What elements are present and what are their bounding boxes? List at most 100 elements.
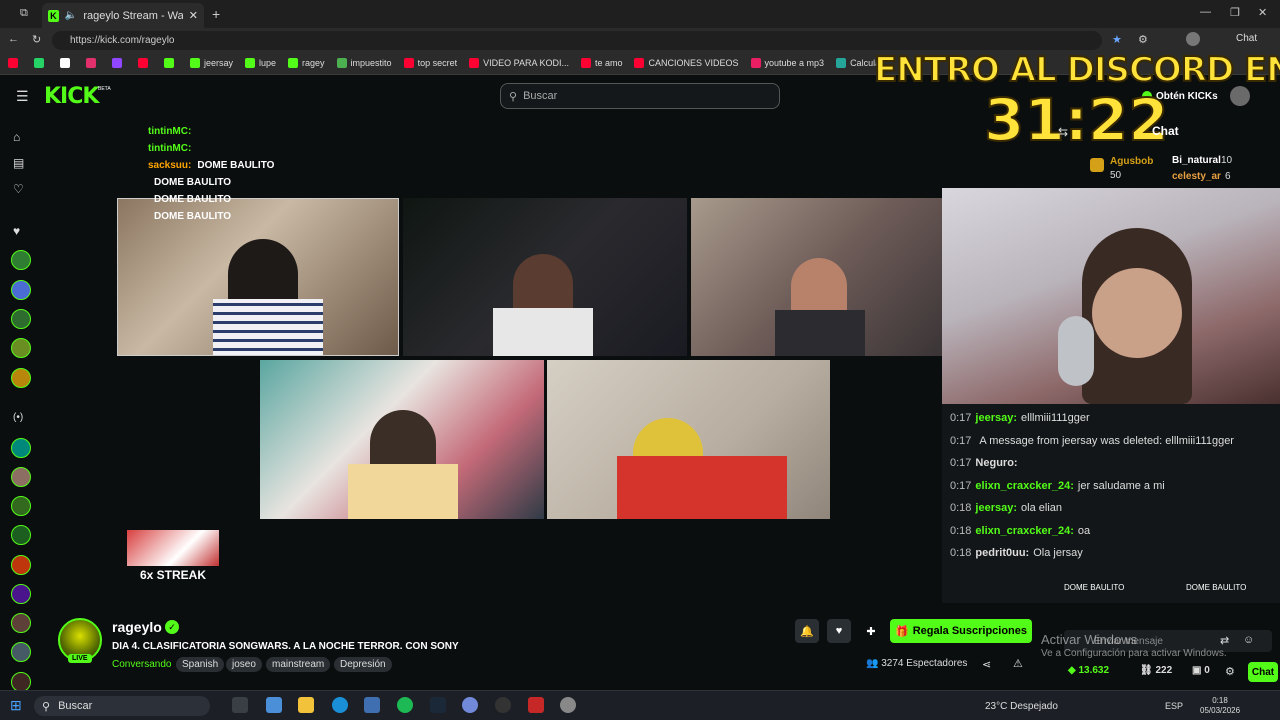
sidebar-channel-avatar[interactable] bbox=[11, 338, 31, 358]
share-icon[interactable]: ⋖ bbox=[982, 658, 991, 671]
bookmark-item[interactable]: VIDEO PARA KODI... bbox=[469, 58, 569, 68]
menu-icon[interactable]: ☰ bbox=[16, 88, 29, 105]
bookmark-item[interactable]: youtube a mp3 bbox=[750, 58, 824, 68]
sidebar-channel-avatar[interactable] bbox=[11, 525, 31, 545]
sidebar-channel-avatar[interactable] bbox=[11, 438, 31, 458]
chat-username[interactable]: jeersay: bbox=[975, 412, 1017, 424]
sidebar-channel-avatar[interactable] bbox=[11, 584, 31, 604]
video-player[interactable]: 6x STREAK bbox=[42, 116, 942, 603]
minimize-icon[interactable]: — bbox=[1200, 6, 1211, 18]
chat-username[interactable]: elixn_craxcker_24: bbox=[975, 480, 1073, 492]
report-icon[interactable]: ⚠ bbox=[1013, 657, 1023, 670]
chat-username[interactable]: elixn_craxcker_24: bbox=[975, 525, 1073, 537]
copilot-chat-label[interactable]: Chat bbox=[1236, 33, 1257, 44]
translate-icon[interactable]: ⇄ bbox=[1220, 634, 1229, 647]
browse-icon[interactable]: ▤ bbox=[13, 156, 24, 170]
kick-logo[interactable]: KICK bbox=[44, 84, 99, 109]
reload-icon[interactable]: ↻ bbox=[32, 33, 41, 46]
new-tab-icon[interactable]: + bbox=[212, 6, 220, 22]
sidebar-channel-avatar[interactable] bbox=[11, 280, 31, 300]
favorite-star-icon[interactable]: ★ bbox=[1112, 33, 1122, 46]
sidebar-channel-avatar[interactable] bbox=[11, 309, 31, 329]
bookmark-icon bbox=[336, 58, 347, 68]
tag-spanish[interactable]: Spanish bbox=[176, 657, 225, 672]
following-heart-icon[interactable]: ♡ bbox=[13, 182, 24, 196]
sidebar-channel-avatar[interactable] bbox=[11, 555, 31, 575]
app-icon[interactable] bbox=[364, 697, 380, 713]
sidebar-channel-avatar[interactable] bbox=[11, 642, 31, 662]
edge-taskbar-icon[interactable] bbox=[266, 697, 282, 713]
overlay-countdown: 31:22 bbox=[983, 85, 1170, 155]
app-grey-icon[interactable] bbox=[560, 697, 576, 713]
edge-icon[interactable] bbox=[332, 697, 348, 713]
bookmark-icon bbox=[634, 58, 645, 68]
bookmark-item[interactable] bbox=[34, 58, 48, 68]
url-input[interactable]: https://kick.com/rageylo bbox=[52, 31, 1102, 50]
discord-icon[interactable] bbox=[462, 697, 478, 713]
bookmark-item[interactable] bbox=[86, 58, 100, 68]
system-clock[interactable]: 0:18 05/03/2026 bbox=[1200, 696, 1240, 716]
chat-message: 0:18 jeersay: ola elian bbox=[950, 502, 1062, 514]
search-input[interactable]: ⚲ Buscar bbox=[500, 83, 780, 109]
bookmark-item[interactable]: impuestito bbox=[336, 58, 392, 68]
notification-bell-button[interactable]: 🔔 bbox=[795, 619, 819, 643]
bookmark-item[interactable] bbox=[164, 58, 178, 68]
send-chat-button[interactable]: Chat bbox=[1248, 662, 1278, 682]
bookmark-item[interactable] bbox=[112, 58, 126, 68]
sidebar-channel-avatar[interactable] bbox=[11, 613, 31, 633]
stream-chat-message: DOME BAULITO bbox=[197, 160, 275, 171]
stream-chat-user: tintinMC: bbox=[148, 143, 192, 154]
tag-joseo[interactable]: joseo bbox=[226, 657, 262, 672]
stream-category[interactable]: Conversando bbox=[112, 659, 171, 670]
file-explorer-icon[interactable] bbox=[298, 697, 314, 713]
spotify-icon[interactable] bbox=[397, 697, 413, 713]
mute-icon[interactable]: 🔈 bbox=[65, 10, 77, 21]
steam-icon[interactable] bbox=[430, 697, 446, 713]
back-icon[interactable]: ← bbox=[8, 33, 19, 45]
viewers-icon: 👥 bbox=[866, 658, 879, 669]
chat-username[interactable]: pedrit0uu: bbox=[975, 547, 1029, 559]
profile-avatar[interactable] bbox=[1186, 32, 1200, 46]
bookmark-item[interactable]: te amo bbox=[580, 58, 622, 68]
tag-mainstream[interactable]: mainstream bbox=[266, 657, 331, 672]
chat-timestamp: 0:17 bbox=[950, 412, 972, 424]
bookmark-item[interactable]: top secret bbox=[403, 58, 457, 68]
language-indicator[interactable]: ESP bbox=[1165, 701, 1183, 711]
emoji-icon[interactable]: ☺ bbox=[1243, 634, 1254, 646]
tag-depresion[interactable]: Depresión bbox=[334, 657, 392, 672]
app-red-icon[interactable] bbox=[528, 697, 544, 713]
bookmark-item[interactable]: lupe bbox=[245, 58, 276, 68]
follow-heart-button[interactable]: ♥ bbox=[827, 619, 851, 643]
close-tab-icon[interactable]: ✕ bbox=[189, 9, 198, 22]
bookmark-item[interactable]: ragey bbox=[288, 58, 325, 68]
sidebar-channel-avatar[interactable] bbox=[11, 250, 31, 270]
chat-username[interactable]: jeersay: bbox=[975, 502, 1017, 514]
extensions-icon[interactable]: ⚙ bbox=[1138, 33, 1148, 46]
chat-username[interactable]: Neguro: bbox=[975, 457, 1017, 469]
channel-name[interactable]: rageylo bbox=[112, 619, 162, 635]
sidebar-channel-avatar[interactable] bbox=[11, 368, 31, 388]
sidebar-channel-avatar[interactable] bbox=[11, 467, 31, 487]
bookmark-item[interactable] bbox=[60, 58, 74, 68]
gift-subscriptions-button[interactable]: 🎁 Regala Suscripciones bbox=[890, 619, 1032, 643]
sidebar-channel-avatar[interactable] bbox=[11, 672, 31, 692]
bookmark-item[interactable] bbox=[138, 58, 152, 68]
clock-date: 05/03/2026 bbox=[1200, 706, 1241, 715]
windows-start-icon[interactable]: ⊞ bbox=[10, 697, 22, 714]
clip-button[interactable]: ✚ bbox=[859, 619, 883, 643]
weather-widget[interactable]: 23°C Despejado bbox=[985, 701, 1058, 712]
collapse-chat-icon[interactable]: ⇆ bbox=[1058, 125, 1068, 139]
home-icon[interactable]: ⌂ bbox=[13, 130, 20, 144]
maximize-icon[interactable]: ❐ bbox=[1230, 6, 1240, 19]
chat-settings-icon[interactable]: ⚙ bbox=[1225, 665, 1235, 678]
bookmark-item[interactable]: CANCIONES VIDEOS bbox=[634, 58, 739, 68]
taskbar-search[interactable]: ⚲ Buscar bbox=[34, 696, 210, 716]
bookmark-item[interactable] bbox=[8, 58, 22, 68]
sidebar-channel-avatar[interactable] bbox=[11, 496, 31, 516]
close-window-icon[interactable]: ✕ bbox=[1258, 6, 1267, 19]
obs-icon[interactable] bbox=[495, 697, 511, 713]
bookmark-item[interactable]: jeersay bbox=[190, 58, 233, 68]
task-view-icon[interactable] bbox=[232, 697, 248, 713]
browser-tab[interactable]: K 🔈 rageylo Stream - Watch Live o ✕ bbox=[42, 3, 204, 28]
tab-actions-icon[interactable]: ⧉ bbox=[20, 7, 28, 20]
